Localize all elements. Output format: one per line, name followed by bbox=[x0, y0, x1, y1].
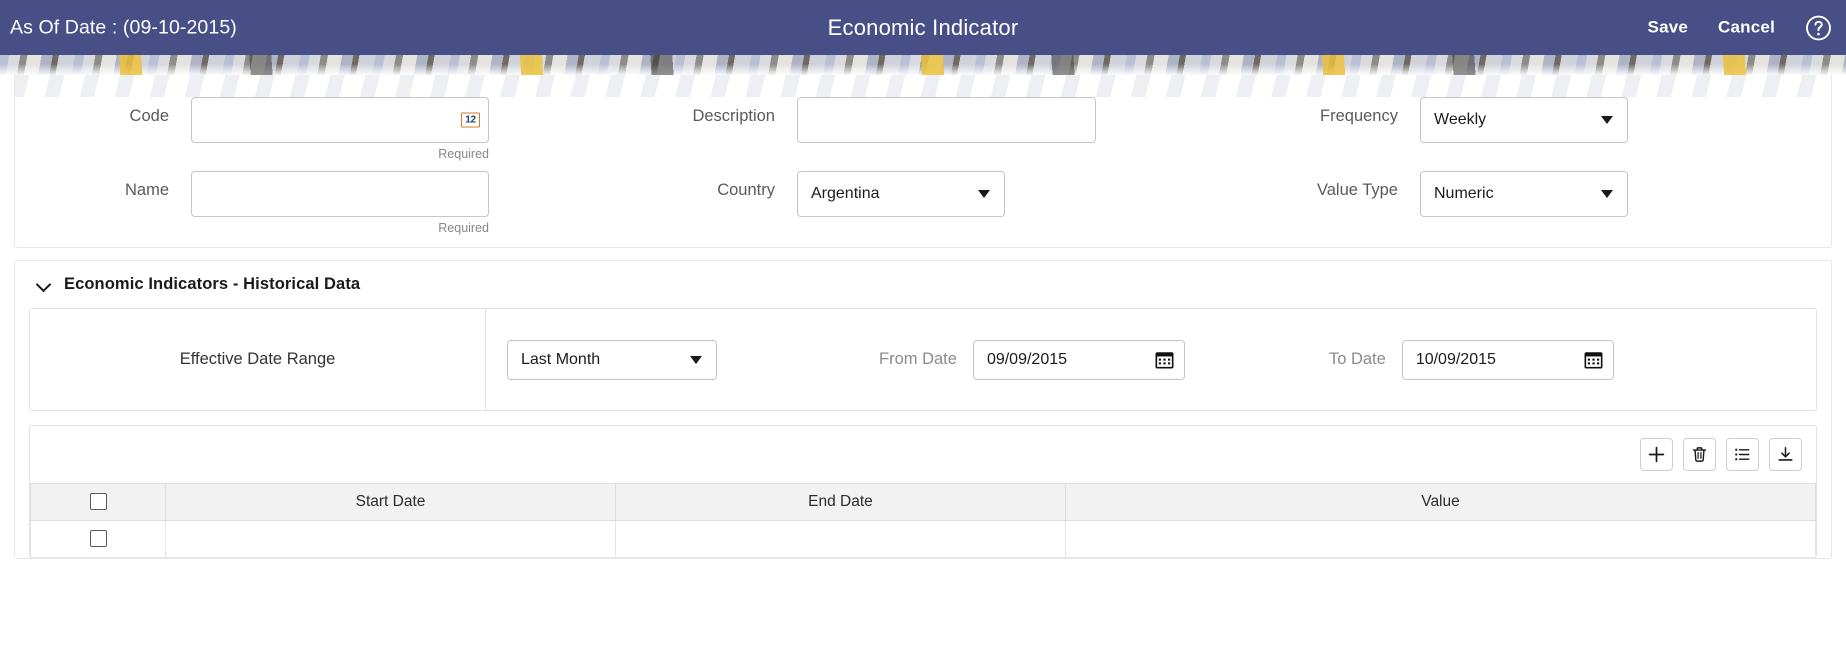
table-row[interactable] bbox=[30, 520, 1816, 558]
from-date-field: From Date 09/09/2015 bbox=[879, 339, 1185, 380]
code-input[interactable] bbox=[191, 97, 489, 143]
save-button[interactable]: Save bbox=[1648, 18, 1689, 38]
effective-date-range-label-cell: Effective Date Range bbox=[30, 309, 486, 410]
row-select-checkbox[interactable] bbox=[89, 530, 107, 548]
effective-date-range-label: Effective Date Range bbox=[179, 350, 336, 368]
historical-data-section-header[interactable]: Economic Indicators - Historical Data bbox=[15, 261, 1831, 308]
field-group-country: Country Argentina bbox=[617, 171, 1217, 217]
country-control: Argentina bbox=[797, 171, 1005, 217]
cancel-button[interactable]: Cancel bbox=[1718, 18, 1775, 38]
frequency-control: Weekly bbox=[1420, 97, 1628, 143]
frequency-selected-value: Weekly bbox=[1434, 111, 1487, 128]
chevron-down-icon[interactable] bbox=[37, 277, 52, 292]
value-type-select[interactable]: Numeric bbox=[1420, 171, 1628, 217]
from-date-label: From Date bbox=[879, 350, 957, 368]
code-label: Code bbox=[129, 107, 169, 125]
field-group-code: Code 12 Required bbox=[21, 97, 617, 161]
effective-date-range-controls: Last Month From Date 09/09/2015 To Date … bbox=[486, 309, 1816, 410]
from-date-input[interactable]: 09/09/2015 bbox=[972, 339, 1185, 380]
table-header-start-date: Start Date bbox=[165, 483, 616, 521]
app-header: As Of Date : (09-10-2015) Economic Indic… bbox=[0, 0, 1846, 55]
indicator-form-card: Code 12 Required Description Frequency W… bbox=[14, 75, 1832, 248]
code-control: 12 Required bbox=[191, 97, 489, 161]
add-row-button[interactable] bbox=[1640, 438, 1673, 471]
value-type-selected-value: Numeric bbox=[1434, 185, 1494, 202]
date-range-preset-value: Last Month bbox=[521, 350, 601, 368]
calendar-icon[interactable] bbox=[1584, 350, 1603, 369]
to-date-value: 10/09/2015 bbox=[1415, 350, 1496, 368]
date-range-preset-select[interactable]: Last Month bbox=[507, 339, 717, 380]
field-group-frequency: Frequency Weekly bbox=[1217, 97, 1825, 143]
chevron-down-icon bbox=[1601, 116, 1613, 124]
help-circle-icon[interactable] bbox=[1805, 14, 1832, 41]
header-actions: Save Cancel bbox=[1648, 14, 1832, 41]
table-header-select-all bbox=[30, 483, 166, 521]
historical-data-section-title: Economic Indicators - Historical Data bbox=[64, 275, 361, 293]
list-view-button[interactable] bbox=[1726, 438, 1759, 471]
page-body: Code 12 Required Description Frequency W… bbox=[0, 75, 1846, 559]
form-row-2: Name Required Country Argentina Value Ty… bbox=[15, 171, 1831, 235]
chevron-down-icon bbox=[1601, 190, 1613, 198]
chevron-down-icon bbox=[690, 355, 702, 364]
historical-data-section: Economic Indicators - Historical Data Ef… bbox=[14, 260, 1832, 559]
frequency-label: Frequency bbox=[1320, 107, 1398, 125]
delete-row-button[interactable] bbox=[1683, 438, 1716, 471]
table-cell-end-date[interactable] bbox=[615, 520, 1066, 558]
description-input[interactable] bbox=[797, 97, 1096, 143]
country-select[interactable]: Argentina bbox=[797, 171, 1005, 217]
historical-data-table: Start Date End Date Value bbox=[30, 483, 1816, 558]
description-control bbox=[797, 97, 1096, 143]
table-header-value: Value bbox=[1065, 483, 1816, 521]
field-group-name: Name Required bbox=[21, 171, 617, 235]
table-row-select-cell bbox=[30, 520, 166, 558]
table-header-end-date: End Date bbox=[615, 483, 1066, 521]
page-title: Economic Indicator bbox=[827, 14, 1019, 40]
table-cell-start-date[interactable] bbox=[165, 520, 616, 558]
country-selected-value: Argentina bbox=[811, 185, 880, 202]
chevron-down-icon bbox=[978, 190, 990, 198]
from-date-value: 09/09/2015 bbox=[986, 350, 1068, 368]
select-all-checkbox[interactable] bbox=[89, 493, 107, 511]
grid-toolbar bbox=[30, 426, 1816, 483]
download-button[interactable] bbox=[1769, 438, 1802, 471]
calendar-icon[interactable] bbox=[1155, 350, 1174, 369]
effective-date-range-card: Effective Date Range Last Month From Dat… bbox=[29, 308, 1817, 411]
value-type-control: Numeric bbox=[1420, 171, 1628, 217]
to-date-label: To Date bbox=[1328, 350, 1386, 368]
name-input[interactable] bbox=[191, 171, 489, 217]
country-label: Country bbox=[717, 181, 775, 199]
value-type-label: Value Type bbox=[1316, 181, 1398, 199]
name-required-hint: Required bbox=[438, 221, 489, 235]
field-group-description: Description bbox=[617, 97, 1217, 143]
code-required-hint: Required bbox=[438, 147, 489, 161]
name-control: Required bbox=[191, 171, 489, 235]
banner-fade-overlay bbox=[0, 55, 1846, 75]
decorative-banner-image bbox=[0, 55, 1846, 75]
numeric-12-icon[interactable]: 12 bbox=[461, 112, 480, 128]
form-row-1: Code 12 Required Description Frequency W… bbox=[15, 97, 1831, 161]
historical-data-grid-block: Start Date End Date Value bbox=[29, 425, 1817, 558]
description-label: Description bbox=[692, 107, 775, 125]
table-header-row: Start Date End Date Value bbox=[30, 483, 1816, 521]
name-label: Name bbox=[124, 181, 169, 199]
to-date-input[interactable]: 10/09/2015 bbox=[1401, 339, 1614, 380]
table-cell-value[interactable] bbox=[1065, 520, 1816, 558]
field-group-value-type: Value Type Numeric bbox=[1217, 171, 1825, 217]
to-date-field: To Date 10/09/2015 bbox=[1328, 339, 1614, 380]
frequency-select[interactable]: Weekly bbox=[1420, 97, 1628, 143]
